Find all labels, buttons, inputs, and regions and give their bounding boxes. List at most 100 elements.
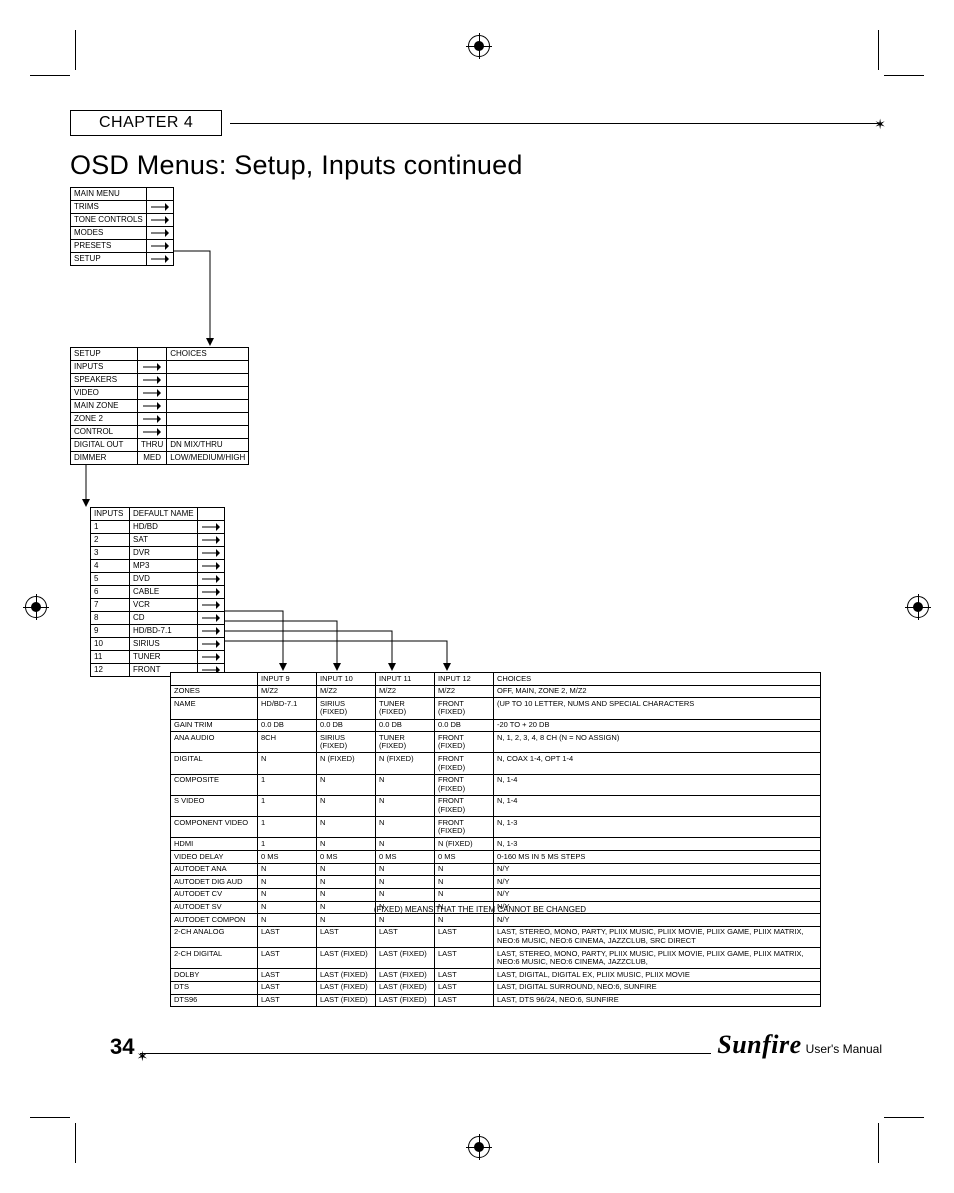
main-menu-item: PRESETS bbox=[71, 240, 147, 253]
fixed-note: (FIXED) MEANS THAT THE ITEM CANNOT BE CH… bbox=[170, 905, 790, 914]
setup-choice-value bbox=[167, 400, 249, 413]
details-value: M/Z2 bbox=[258, 685, 317, 698]
details-value: 0.0 DB bbox=[258, 719, 317, 732]
details-choice: N, 1, 2, 3, 4, 8 CH (N = NO ASSIGN) bbox=[494, 732, 821, 753]
setup-menu-item: VIDEO bbox=[71, 387, 138, 400]
details-value: N bbox=[376, 774, 435, 795]
details-param: 2-CH DIGITAL bbox=[171, 948, 258, 969]
crop-mark bbox=[884, 75, 924, 76]
details-value: 8CH bbox=[258, 732, 317, 753]
star-icon: ✶ bbox=[874, 116, 886, 133]
setup-choice-value bbox=[167, 426, 249, 439]
chapter-label: CHAPTER 4 bbox=[70, 110, 222, 136]
main-menu-table: MAIN MENUTRIMSTONE CONTROLSMODESPRESETSS… bbox=[70, 187, 174, 266]
details-value: LAST bbox=[258, 994, 317, 1007]
details-value: N bbox=[258, 753, 317, 774]
input-row-number: 10 bbox=[91, 638, 130, 651]
input-row-name: HD/BD bbox=[130, 521, 198, 534]
arrow-icon bbox=[197, 599, 224, 612]
main-menu-item: SETUP bbox=[71, 253, 147, 266]
setup-mid-value: MED bbox=[138, 452, 167, 465]
arrow-icon bbox=[138, 426, 167, 439]
details-value: 0.0 DB bbox=[317, 719, 376, 732]
details-choice: N/Y bbox=[494, 914, 821, 927]
details-value: 1 bbox=[258, 817, 317, 838]
details-param: 2-CH ANALOG bbox=[171, 926, 258, 947]
details-choice: -20 TO + 20 DB bbox=[494, 719, 821, 732]
setup-choices-header: CHOICES bbox=[167, 348, 249, 361]
details-choices-header: CHOICES bbox=[494, 673, 821, 686]
details-value: 1 bbox=[258, 795, 317, 816]
details-choice: N, 1-4 bbox=[494, 795, 821, 816]
details-choice: LAST, STEREO, MONO, PARTY, PLIIX MUSIC, … bbox=[494, 948, 821, 969]
registration-mark-icon bbox=[468, 1136, 490, 1158]
arrow-icon bbox=[138, 387, 167, 400]
arrow-icon bbox=[197, 612, 224, 625]
details-value: N bbox=[258, 888, 317, 901]
details-value: 1 bbox=[258, 838, 317, 851]
setup-choice-value bbox=[167, 387, 249, 400]
arrow-icon bbox=[138, 361, 167, 374]
arrow-icon bbox=[138, 413, 167, 426]
setup-menu-item: DIMMER bbox=[71, 452, 138, 465]
page-title: OSD Menus: Setup, Inputs continued bbox=[70, 150, 882, 181]
details-param: AUTODET COMPON bbox=[171, 914, 258, 927]
details-param: DTS96 bbox=[171, 994, 258, 1007]
page-number: 34 bbox=[110, 1034, 134, 1060]
details-param: COMPONENT VIDEO bbox=[171, 817, 258, 838]
details-value: LAST (FIXED) bbox=[376, 981, 435, 994]
details-value: LAST bbox=[435, 926, 494, 947]
details-value: N bbox=[317, 774, 376, 795]
details-param: DOLBY bbox=[171, 969, 258, 982]
setup-menu-item: DIGITAL OUT bbox=[71, 439, 138, 452]
details-value: FRONT (FIXED) bbox=[435, 732, 494, 753]
main-menu-item: MODES bbox=[71, 227, 147, 240]
details-value: N bbox=[317, 863, 376, 876]
details-value: M/Z2 bbox=[435, 685, 494, 698]
arrow-icon bbox=[197, 625, 224, 638]
details-value: 0 MS bbox=[376, 851, 435, 864]
details-choice: OFF, MAIN, ZONE 2, M/Z2 bbox=[494, 685, 821, 698]
input-row-number: 3 bbox=[91, 547, 130, 560]
details-param: AUTODET ANA bbox=[171, 863, 258, 876]
details-value: N bbox=[376, 876, 435, 889]
arrow-icon bbox=[197, 638, 224, 651]
details-choice: 0-160 MS IN 5 MS STEPS bbox=[494, 851, 821, 864]
arrow-icon bbox=[197, 651, 224, 664]
setup-choice-value bbox=[167, 361, 249, 374]
details-value: LAST (FIXED) bbox=[317, 994, 376, 1007]
setup-choice-value bbox=[167, 374, 249, 387]
details-input-header: INPUT 11 bbox=[376, 673, 435, 686]
registration-mark-icon bbox=[25, 596, 47, 618]
input-row-name: DVD bbox=[130, 573, 198, 586]
crop-mark bbox=[30, 75, 70, 76]
details-value: N (FIXED) bbox=[317, 753, 376, 774]
details-value: LAST (FIXED) bbox=[317, 969, 376, 982]
details-value: LAST (FIXED) bbox=[376, 994, 435, 1007]
details-value: N bbox=[258, 863, 317, 876]
details-value: LAST bbox=[258, 948, 317, 969]
inputs-header-b: DEFAULT NAME bbox=[130, 508, 198, 521]
arrow-icon bbox=[146, 201, 173, 214]
details-value: LAST bbox=[317, 926, 376, 947]
input-row-number: 11 bbox=[91, 651, 130, 664]
details-value: LAST (FIXED) bbox=[376, 948, 435, 969]
setup-choice-value bbox=[167, 413, 249, 426]
details-param: DIGITAL bbox=[171, 753, 258, 774]
details-value: LAST bbox=[435, 994, 494, 1007]
details-value: SIRIUS (FIXED) bbox=[317, 698, 376, 719]
details-value: LAST bbox=[435, 981, 494, 994]
details-value: N bbox=[376, 795, 435, 816]
details-choice: N/Y bbox=[494, 876, 821, 889]
details-choice: N, COAX 1-4, OPT 1-4 bbox=[494, 753, 821, 774]
details-value: N bbox=[258, 914, 317, 927]
crop-mark bbox=[75, 1123, 76, 1163]
crop-mark bbox=[884, 1117, 924, 1118]
details-value: N bbox=[376, 888, 435, 901]
details-value: LAST bbox=[258, 926, 317, 947]
main-menu-item: TONE CONTROLS bbox=[71, 214, 147, 227]
setup-menu-item: CONTROL bbox=[71, 426, 138, 439]
arrow-icon bbox=[146, 253, 173, 266]
details-value: N bbox=[317, 888, 376, 901]
details-choice: N/Y bbox=[494, 888, 821, 901]
